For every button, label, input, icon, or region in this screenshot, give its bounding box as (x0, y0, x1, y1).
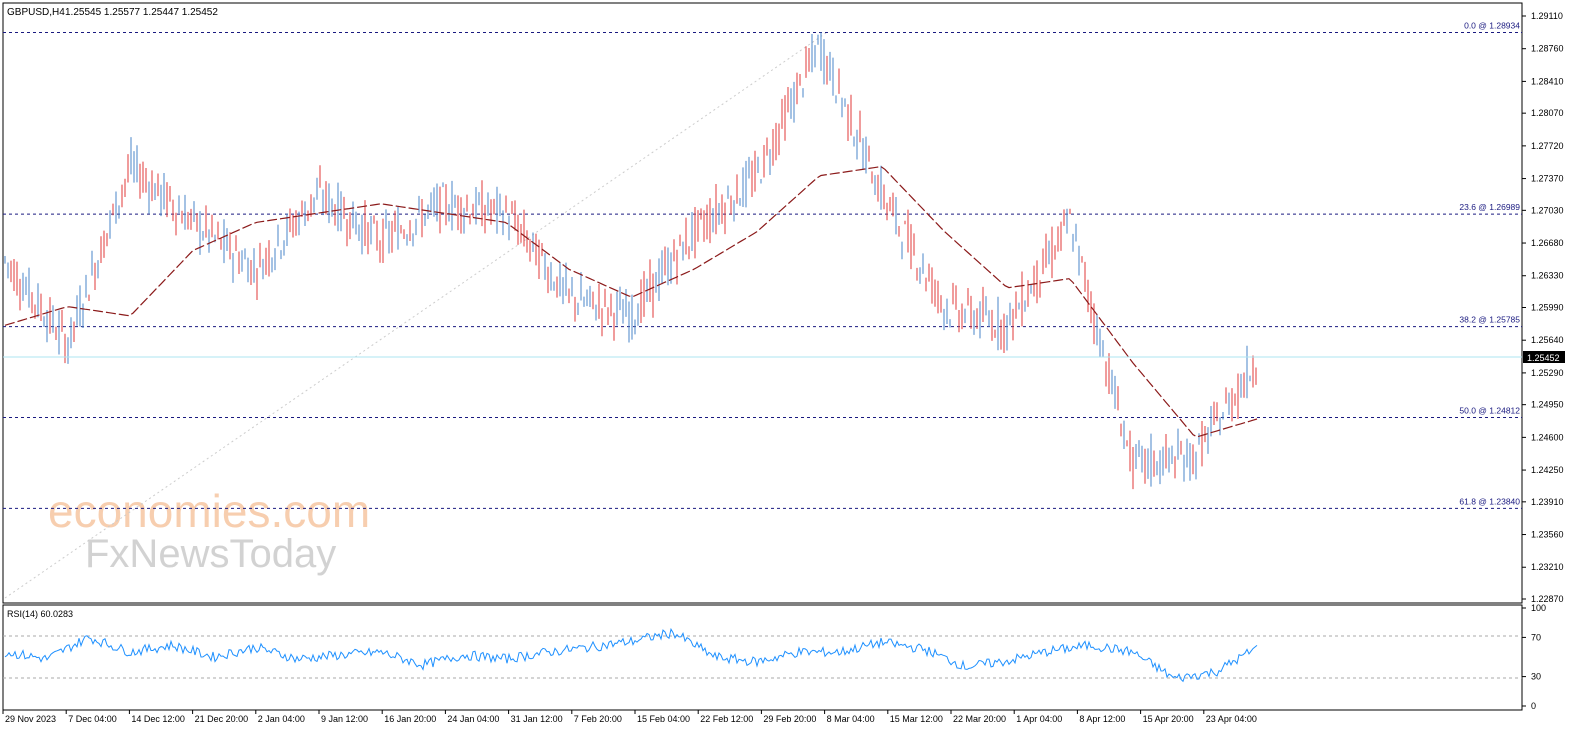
time-tick-label: 8 Mar 04:00 (827, 714, 875, 724)
time-tick-label: 9 Jan 12:00 (321, 714, 368, 724)
time-tick-label: 23 Apr 04:00 (1206, 714, 1257, 724)
chart-window[interactable]: GBPUSD,H4 1.25545 1.25577 1.25447 1.2545… (0, 0, 1596, 743)
fib-level-label: 23.6 @ 1.26989 (1459, 202, 1520, 212)
price-tick-label: 1.25990 (1531, 303, 1564, 313)
price-tick-label: 1.27370 (1531, 174, 1564, 184)
time-tick-label: 22 Feb 12:00 (700, 714, 753, 724)
time-tick-label: 15 Mar 12:00 (890, 714, 943, 724)
price-tick-label: 1.23560 (1531, 530, 1564, 540)
price-tick-label: 1.28760 (1531, 44, 1564, 54)
time-tick-label: 14 Dec 12:00 (131, 714, 185, 724)
time-tick-label: 29 Nov 2023 (5, 714, 56, 724)
rsi-frame (2, 604, 1523, 711)
rsi-label: RSI(14) 60.0283 (7, 609, 73, 619)
time-tick-label: 31 Jan 12:00 (511, 714, 563, 724)
time-tick-label: 21 Dec 20:00 (195, 714, 249, 724)
price-tick-label: 1.28410 (1531, 76, 1564, 86)
price-tick-label: 1.24600 (1531, 432, 1564, 442)
fib-level-label: 61.8 @ 1.23840 (1459, 496, 1520, 506)
time-tick-label: 7 Feb 20:00 (574, 714, 622, 724)
time-tick-label: 15 Feb 04:00 (637, 714, 690, 724)
fib-level-label: 50.0 @ 1.24812 (1459, 406, 1520, 416)
price-tick-label: 1.27030 (1531, 205, 1564, 215)
price-tick-label: 1.25640 (1531, 335, 1564, 345)
time-tick-label: 16 Jan 20:00 (384, 714, 436, 724)
rsi-tick-label: 0 (1531, 701, 1536, 711)
price-tick-label: 1.23910 (1531, 497, 1564, 507)
price-tick-label: 1.29110 (1531, 11, 1563, 21)
price-tick-label: 1.24950 (1531, 400, 1564, 410)
price-tick-label: 1.26330 (1531, 271, 1564, 281)
time-tick-label: 24 Jan 04:00 (447, 714, 499, 724)
time-tick-label: 22 Mar 20:00 (953, 714, 1006, 724)
rsi-tick-label: 70 (1531, 632, 1541, 642)
watermark-economies: economies.com (48, 485, 370, 537)
price-tick-label: 1.23210 (1531, 562, 1564, 572)
fib-level-label: 38.2 @ 1.25785 (1459, 315, 1520, 325)
time-tick-label: 7 Dec 04:00 (68, 714, 117, 724)
rsi-tick-label: 30 (1531, 672, 1541, 682)
symbol-label: GBPUSD,H4 (7, 7, 65, 18)
price-tick-label: 1.28070 (1531, 108, 1564, 118)
time-tick-label: 2 Jan 04:00 (258, 714, 305, 724)
watermark-fxnewstoday: FxNewsToday (85, 532, 336, 576)
rsi-tick-label: 100 (1531, 603, 1546, 613)
time-tick-label: 29 Feb 20:00 (763, 714, 816, 724)
price-tick-label: 1.27720 (1531, 141, 1564, 151)
price-tick-label: 1.26680 (1531, 238, 1564, 248)
price-tick-label: 1.25290 (1531, 368, 1564, 378)
fib-level-label: 0.0 @ 1.28934 (1464, 20, 1520, 30)
time-tick-label: 1 Apr 04:00 (1016, 714, 1062, 724)
time-tick-label: 8 Apr 12:00 (1079, 714, 1125, 724)
price-tick-label: 1.24250 (1531, 465, 1564, 475)
ohlc-readout: 1.25545 1.25577 1.25447 1.25452 (65, 7, 218, 18)
current-price-value: 1.25452 (1527, 353, 1560, 363)
time-tick-label: 15 Apr 20:00 (1143, 714, 1194, 724)
